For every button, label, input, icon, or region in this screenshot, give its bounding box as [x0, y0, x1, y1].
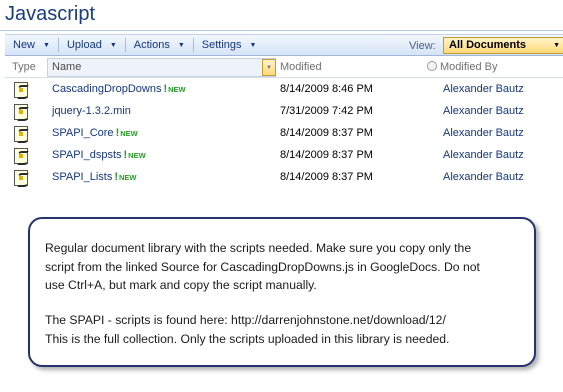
chevron-down-icon: ▼: [249, 41, 257, 49]
modified-by-link[interactable]: Alexander Bautz: [443, 105, 524, 117]
actions-menu-label: Actions: [133, 39, 170, 51]
modified-date: 7/31/2009 7:42 PM: [280, 105, 373, 117]
upload-menu-label: Upload: [66, 39, 102, 51]
modified-by-link[interactable]: Alexander Bautz: [443, 127, 524, 139]
new-badge: NEW: [168, 85, 186, 94]
new-item-icon: !: [115, 127, 120, 139]
upload-menu-button[interactable]: Upload ▼: [59, 34, 125, 56]
javascript-file-icon[interactable]: [14, 126, 29, 143]
new-badge: NEW: [119, 173, 137, 182]
title-divider: [0, 30, 563, 31]
table-row: SPAPI_Core !NEW 8/14/2009 8:37 PM Alexand…: [5, 123, 563, 145]
table-row: SPAPI_Lists !NEW 8/14/2009 8:37 PM Alexan…: [5, 167, 563, 189]
column-header-name-label: Name: [52, 61, 82, 73]
javascript-file-icon[interactable]: [14, 82, 29, 99]
modified-date: 8/14/2009 8:37 PM: [280, 149, 373, 161]
callout-paragraph: The SPAPI - scripts is found here: http:…: [45, 313, 450, 346]
view-selector[interactable]: All Documents ▼: [443, 37, 563, 54]
document-name-link[interactable]: jquery-1.3.2.min: [52, 105, 131, 117]
column-header-name[interactable]: Name ▼: [47, 58, 276, 77]
chevron-down-icon: ▼: [553, 42, 560, 49]
modified-date: 8/14/2009 8:37 PM: [280, 127, 373, 139]
modified-date: 8/14/2009 8:46 PM: [280, 83, 373, 95]
new-badge: NEW: [128, 151, 146, 160]
actions-menu-button[interactable]: Actions ▼: [126, 34, 193, 56]
javascript-file-icon[interactable]: [14, 104, 29, 121]
presence-icon: [427, 61, 437, 71]
document-name-link[interactable]: SPAPI_dspsts !NEW: [52, 149, 146, 161]
document-name[interactable]: SPAPI_Core: [52, 127, 114, 139]
page-title: Javascript: [5, 3, 96, 25]
modified-date: 8/14/2009 8:37 PM: [280, 171, 373, 183]
chevron-down-icon: ▼: [43, 41, 50, 49]
settings-menu-label: Settings: [201, 39, 242, 51]
new-item-icon: !: [123, 149, 128, 161]
modified-by-link[interactable]: Alexander Bautz: [443, 171, 524, 183]
view-label: View:: [409, 40, 436, 52]
table-row: CascadingDropDowns !NEW 8/14/2009 8:46 PM…: [5, 79, 563, 101]
document-name-link[interactable]: SPAPI_Lists !NEW: [52, 171, 137, 183]
column-header-modified-by[interactable]: Modified By: [427, 61, 497, 73]
table-row: SPAPI_dspsts !NEW 8/14/2009 8:37 PM Alexa…: [5, 145, 563, 167]
javascript-file-icon[interactable]: [14, 170, 29, 187]
column-header-modified-by-label: Modified By: [440, 61, 498, 73]
annotation-callout: Regular document library with the script…: [28, 217, 536, 367]
callout-paragraph: Regular document library with the script…: [45, 241, 480, 292]
table-row: jquery-1.3.2.min 7/31/2009 7:42 PM Alexa…: [5, 101, 563, 123]
new-item-icon: !: [114, 171, 118, 183]
column-header-modified[interactable]: Modified: [280, 61, 322, 73]
document-name[interactable]: CascadingDropDowns: [52, 83, 161, 95]
chevron-down-icon: ▼: [109, 41, 117, 49]
list-header-row: Type Name ▼ Modified Modified By: [5, 58, 563, 78]
column-menu-dropdown[interactable]: ▼: [262, 59, 276, 76]
document-name-link[interactable]: CascadingDropDowns !NEW: [52, 83, 186, 95]
column-header-type[interactable]: Type: [12, 61, 36, 73]
new-badge: NEW: [120, 129, 138, 138]
new-menu-button[interactable]: New ▼: [5, 34, 58, 56]
new-menu-label: New: [13, 39, 36, 51]
new-item-icon: !: [163, 83, 168, 95]
javascript-file-icon[interactable]: [14, 148, 29, 165]
document-name-link[interactable]: SPAPI_Core !NEW: [52, 127, 138, 139]
document-name[interactable]: SPAPI_dspsts: [52, 149, 122, 161]
chevron-down-icon: ▼: [177, 41, 185, 49]
settings-menu-button[interactable]: Settings ▼: [194, 34, 265, 56]
modified-by-link[interactable]: Alexander Bautz: [443, 149, 524, 161]
list-toolbar: New ▼ Upload ▼ Actions ▼ Settings ▼ View…: [5, 34, 563, 56]
modified-by-link[interactable]: Alexander Bautz: [443, 83, 524, 95]
document-name[interactable]: jquery-1.3.2.min: [52, 105, 131, 117]
document-name[interactable]: SPAPI_Lists: [52, 171, 112, 183]
view-selector-value: All Documents: [449, 39, 527, 51]
